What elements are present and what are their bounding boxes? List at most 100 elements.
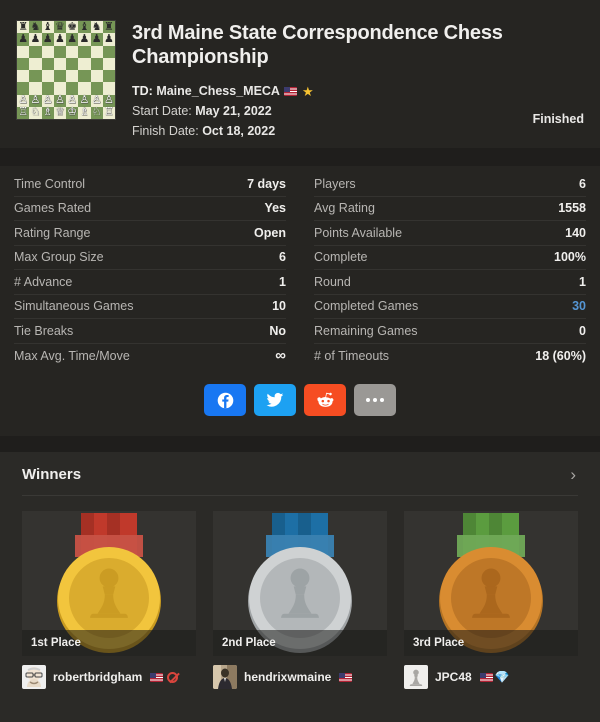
stat-value: No	[269, 323, 286, 338]
stat-row: Rating Range Open	[14, 221, 286, 246]
reddit-icon	[316, 392, 333, 407]
chess-piece: ♙	[67, 94, 78, 107]
stat-row: Max Group Size 6	[14, 246, 286, 270]
status-badge: Finished	[532, 112, 584, 126]
closed-account-icon	[167, 671, 179, 683]
board-square: ♙	[90, 94, 103, 107]
start-date-line: Start Date: May 21, 2022	[132, 102, 584, 121]
board-square	[90, 70, 103, 83]
board-square	[53, 45, 66, 58]
board-square	[102, 45, 115, 58]
share-buttons-row	[0, 368, 600, 436]
stat-value: 7 days	[247, 176, 286, 191]
board-square: ♚	[66, 20, 79, 34]
avatar[interactable]	[213, 665, 237, 689]
board-square	[41, 82, 54, 95]
player-badges	[149, 671, 179, 683]
place-label: 2nd Place	[213, 630, 387, 656]
board-square	[66, 57, 79, 70]
chevron-right-icon[interactable]: ›	[568, 466, 578, 483]
stats-column-right: Players 6 Avg Rating 1558 Points Available 14…	[300, 172, 600, 368]
start-date-value: May 21, 2022	[195, 104, 272, 119]
board-square: ♟	[17, 32, 30, 46]
twitter-icon	[266, 392, 284, 407]
stat-value[interactable]: 30	[572, 299, 586, 313]
chess-piece: ♙	[54, 94, 65, 107]
stat-row: Games Rated Yes	[14, 197, 286, 221]
board-square: ♙	[41, 94, 54, 107]
board-square: ♟	[78, 33, 91, 46]
stats-column-left: Time Control 7 days Games Rated Yes Rating R…	[0, 172, 300, 368]
player-badges: 💎	[479, 670, 510, 684]
stat-value: 1	[279, 274, 286, 289]
chess-piece: ♟	[67, 32, 78, 45]
board-square: ♟	[53, 33, 66, 46]
stat-label: Simultaneous Games	[14, 299, 134, 314]
chess-piece: ♙	[42, 94, 53, 107]
player-username[interactable]: JPC48	[435, 670, 472, 684]
winner-player-row[interactable]: robertbridgham	[22, 665, 196, 689]
stat-value: 1	[579, 274, 586, 289]
td-line: TD: Maine_Chess_MECA ★	[132, 82, 584, 102]
player-username[interactable]: hendrixwmaine	[244, 670, 331, 684]
avatar-image	[404, 665, 428, 689]
stat-label: Players	[314, 176, 356, 191]
tournament-header: ♜ ♞ ♝ ♛ ♚ ♝ ♞ ♜ ♟ ♟ ♟ ♟ ♟ ♟ ♟ ♟ ♙ ♙ ♙ ♙ ♙ ♙ ♙ ♙ ♖ ♘ ♗ ♕ ♔ ♗ ♘ ♖ 3rd Mai…	[0, 0, 600, 148]
stat-label: # of Timeouts	[314, 348, 390, 363]
ellipsis-icon	[366, 398, 384, 402]
board-square	[90, 45, 103, 58]
twitter-share-button[interactable]	[254, 384, 296, 416]
player-badges	[338, 672, 353, 682]
finish-date-value: Oct 18, 2022	[202, 123, 276, 138]
winner-player-row[interactable]: hendrixwmaine	[213, 665, 387, 689]
board-square: ♙	[29, 94, 42, 107]
avatar[interactable]	[404, 665, 428, 689]
more-share-button[interactable]	[354, 384, 396, 416]
board-square	[29, 82, 42, 95]
board-square: ♛	[53, 20, 66, 34]
winners-title: Winners	[22, 466, 82, 483]
chess-piece: ♟	[91, 32, 102, 45]
stat-row: Time Control 7 days	[14, 172, 286, 197]
avatar[interactable]	[22, 665, 46, 689]
stat-label: Time Control	[14, 176, 86, 191]
chess-piece: ♚	[67, 20, 78, 33]
board-square: ♟	[41, 33, 54, 46]
board-square: ♙	[66, 94, 79, 107]
td-name[interactable]: Maine_Chess_MECA	[156, 84, 280, 98]
board-square	[66, 82, 79, 95]
facebook-share-button[interactable]	[204, 384, 246, 416]
board-square	[102, 70, 115, 83]
chess-piece: ♟	[103, 32, 114, 45]
stat-value: 140	[565, 225, 586, 240]
stat-label: # Advance	[14, 274, 73, 289]
winner-player-row[interactable]: JPC48 💎	[404, 665, 578, 689]
reddit-share-button[interactable]	[304, 384, 346, 416]
winners-section: Winners › 1st Place robertbridgham 2nd Pla…	[0, 452, 600, 722]
stat-label: Avg Rating	[314, 201, 375, 216]
player-username[interactable]: robertbridgham	[53, 670, 142, 684]
chess-piece: ♟	[18, 32, 29, 45]
board-square	[53, 57, 66, 70]
bronze-medal-pawn-icon[interactable]: 3rd Place	[404, 511, 578, 656]
board-square	[17, 82, 30, 95]
silver-medal-pawn-icon[interactable]: 2nd Place	[213, 511, 387, 656]
stat-row: # of Timeouts 18 (60%)	[314, 344, 586, 369]
gold-medal-pawn-icon[interactable]: 1st Place	[22, 511, 196, 656]
board-square	[17, 45, 30, 58]
board-square: ♟	[90, 32, 103, 46]
stat-label: Games Rated	[14, 201, 92, 216]
winner-card: 2nd Place hendrixwmaine	[213, 511, 387, 689]
chess-board-start-position-icon[interactable]: ♜ ♞ ♝ ♛ ♚ ♝ ♞ ♜ ♟ ♟ ♟ ♟ ♟ ♟ ♟ ♟ ♙ ♙ ♙ ♙ ♙ ♙ ♙ ♙ ♖ ♘ ♗ ♕ ♔ ♗ ♘ ♖	[16, 20, 116, 120]
chess-piece: ♛	[54, 20, 65, 33]
board-square: ♖	[102, 106, 115, 119]
board-square: ♞	[90, 21, 103, 34]
board-square: ♗	[78, 106, 91, 119]
start-date-label: Start Date:	[132, 104, 192, 119]
finish-date-label: Finish Date:	[132, 123, 199, 138]
board-square	[102, 57, 115, 70]
board-square: ♘	[29, 106, 42, 119]
board-square	[53, 70, 66, 83]
winner-card: 3rd Place JPC48 💎	[404, 511, 578, 689]
stat-value: 1558	[558, 201, 586, 216]
